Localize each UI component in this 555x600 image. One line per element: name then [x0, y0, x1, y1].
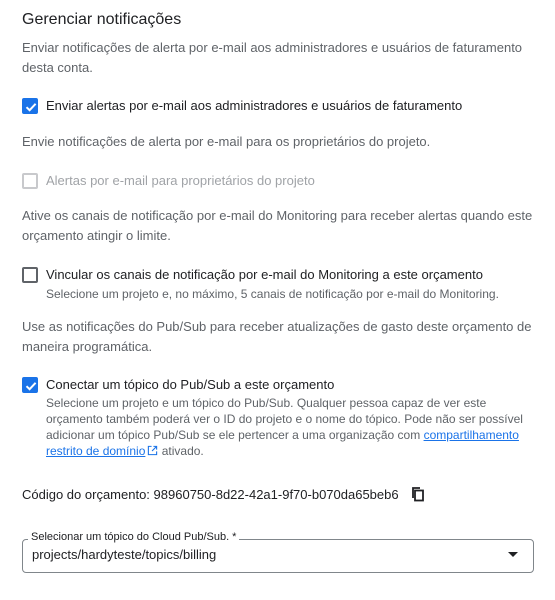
- pubsub-checkbox[interactable]: [22, 377, 38, 393]
- owners-alerts-label: Alertas por e-mail para proprietários do…: [46, 173, 315, 188]
- monitoring-checkbox[interactable]: [22, 267, 38, 283]
- page-title: Gerenciar notificações: [22, 11, 182, 28]
- admin-alerts-description: Enviar notificações de alerta por e-mail…: [22, 40, 523, 75]
- monitoring-label: Vincular os canais de notificação por e-…: [46, 267, 483, 282]
- pubsub-label: Conectar um tópico do Pub/Sub a este orç…: [46, 377, 335, 392]
- owners-alerts-checkbox: [22, 173, 38, 189]
- monitoring-hint: Selecione um projeto e, no máximo, 5 can…: [46, 287, 499, 301]
- external-link-icon: [148, 445, 158, 456]
- dropdown-arrow-icon[interactable]: [508, 552, 518, 557]
- pubsub-hint: Selecione um projeto e um tópico do Pub/…: [46, 395, 541, 459]
- budget-code: Código do orçamento: 98960750-8d22-42a1-…: [22, 486, 399, 504]
- pubsub-topic-select-label: Selecionar um tópico do Cloud Pub/Sub. *: [28, 530, 240, 544]
- admin-alerts-checkbox[interactable]: [22, 98, 38, 114]
- monitoring-description: Ative os canais de notificação por e-mai…: [22, 208, 533, 243]
- budget-code-value: 98960750-8d22-42a1-9f70-b070da65beb6: [153, 487, 399, 502]
- budget-code-label: Código do orçamento:: [22, 487, 150, 502]
- check-icon: [25, 103, 37, 112]
- pubsub-topic-select-value[interactable]: projects/hardyteste/topics/billing: [32, 546, 216, 564]
- check-icon: [25, 382, 37, 391]
- pubsub-description: Use as notificações do Pub/Sub para rece…: [22, 319, 532, 354]
- copy-icon[interactable]: [410, 486, 426, 502]
- owners-alerts-description: Envie notificações de alerta por e-mail …: [22, 134, 431, 149]
- admin-alerts-label: Enviar alertas por e-mail aos administra…: [46, 98, 463, 113]
- pubsub-hint-suffix: ativado.: [158, 444, 204, 458]
